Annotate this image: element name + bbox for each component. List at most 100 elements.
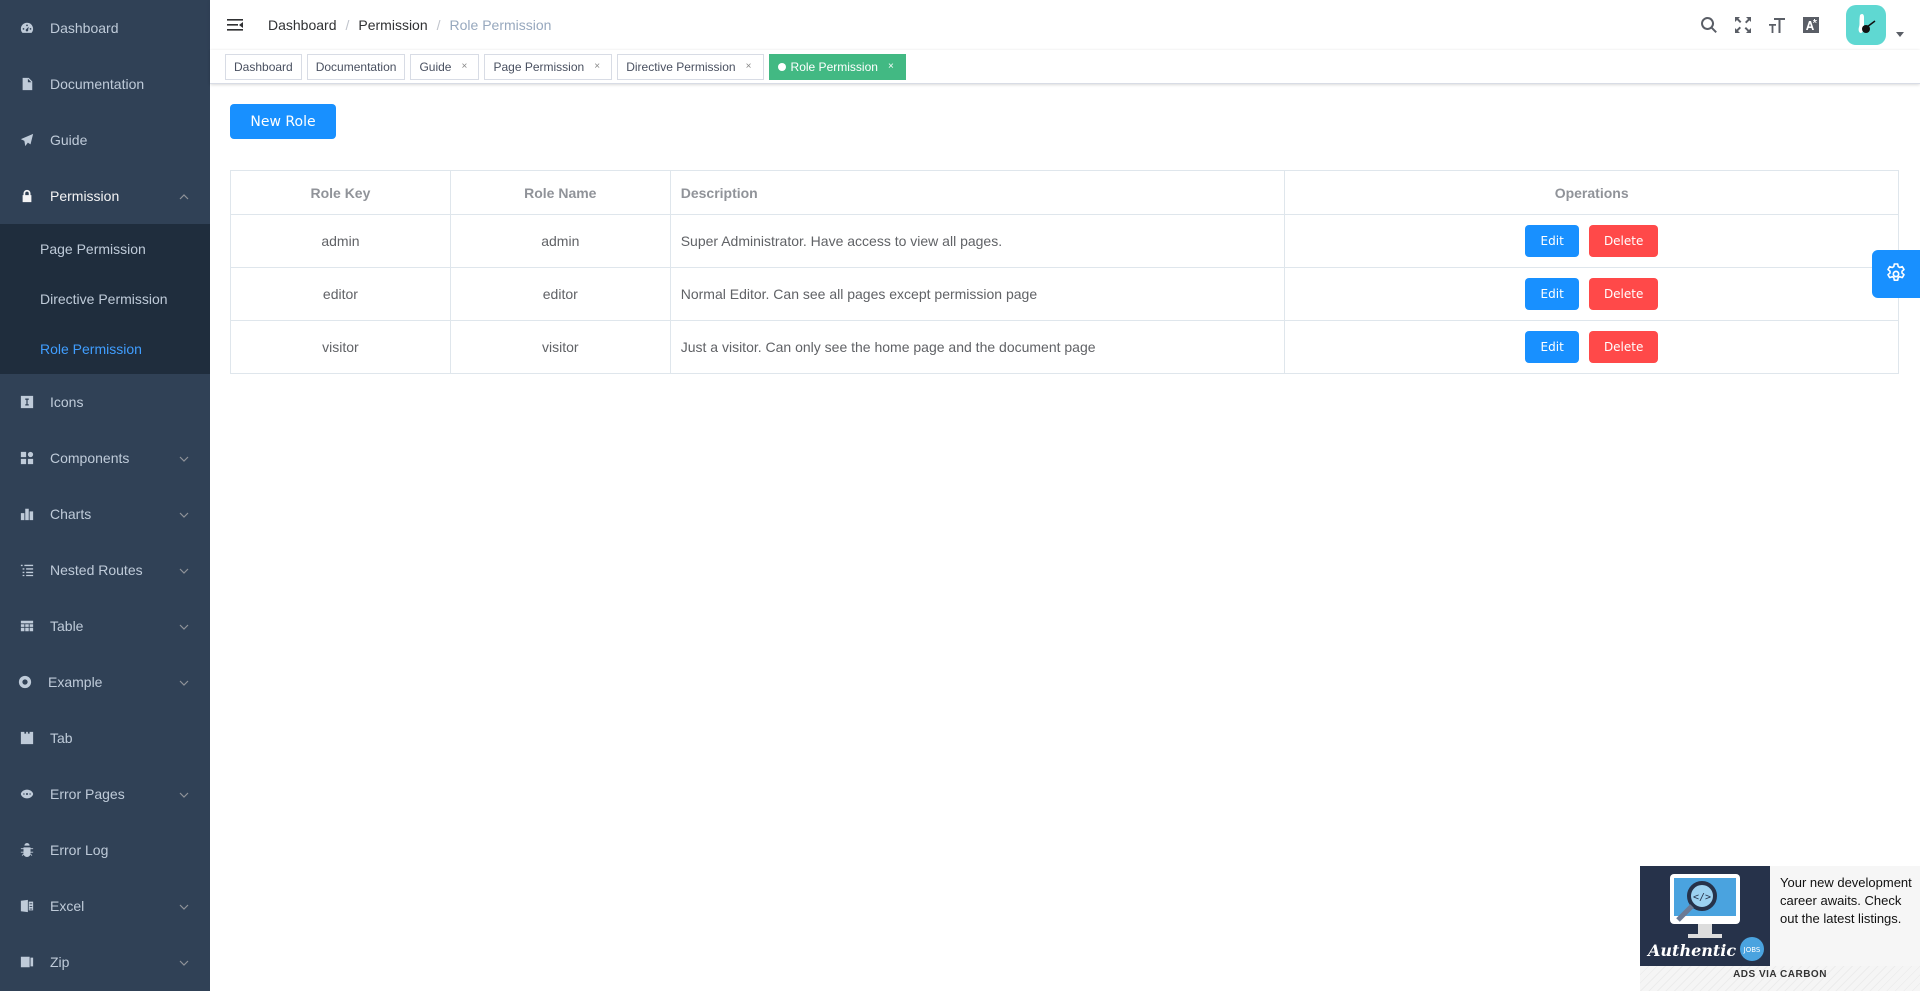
cell-role-name: admin bbox=[449, 214, 671, 268]
column-header-description: Description bbox=[669, 170, 1286, 215]
sidebar-item-example[interactable]: Example bbox=[0, 654, 210, 710]
sidebar: Dashboard Documentation Guide Permission… bbox=[0, 0, 210, 991]
new-role-button[interactable]: New Role bbox=[230, 104, 336, 139]
breadcrumb-item-current: Role Permission bbox=[449, 17, 552, 33]
user-dropdown-caret-icon[interactable] bbox=[1896, 31, 1904, 37]
breadcrumb-item-permission[interactable]: Permission bbox=[358, 17, 427, 33]
tags-view: Dashboard Documentation Guide × Page Perm… bbox=[210, 50, 1920, 84]
cell-role-key: admin bbox=[230, 214, 451, 268]
sidebar-item-guide[interactable]: Guide bbox=[0, 112, 210, 168]
delete-button[interactable]: Delete bbox=[1589, 331, 1659, 363]
delete-button[interactable]: Delete bbox=[1589, 225, 1659, 257]
sidebar-item-icons[interactable]: Icons bbox=[0, 374, 210, 430]
tag-dashboard[interactable]: Dashboard bbox=[225, 54, 302, 80]
page-content: New Role bbox=[230, 104, 336, 139]
table-row: visitor visitor Just a visitor. Can only… bbox=[230, 320, 1899, 374]
table-icon bbox=[20, 619, 34, 633]
sidebar-item-label: Guide bbox=[50, 132, 88, 148]
close-icon[interactable]: × bbox=[743, 55, 755, 79]
edit-button[interactable]: Edit bbox=[1525, 278, 1580, 310]
size-icon[interactable] bbox=[1767, 15, 1787, 35]
sidebar-item-label: Error Pages bbox=[50, 786, 125, 802]
chevron-down-icon bbox=[178, 900, 190, 912]
svg-text:</>: </> bbox=[1693, 892, 1711, 903]
tag-guide[interactable]: Guide × bbox=[410, 54, 480, 80]
settings-button[interactable] bbox=[1872, 250, 1920, 298]
breadcrumb-item-dashboard[interactable]: Dashboard bbox=[268, 17, 337, 33]
sidebar-item-error-log[interactable]: Error Log bbox=[0, 822, 210, 878]
column-header-role-name: Role Name bbox=[449, 170, 671, 215]
ad-text[interactable]: Your new development career awaits. Chec… bbox=[1780, 874, 1915, 928]
ad-footer-link[interactable]: ADS VIA CARBON bbox=[1640, 969, 1920, 980]
cell-operations: Edit Delete bbox=[1284, 267, 1899, 321]
component-icon bbox=[20, 451, 34, 465]
sidebar-item-excel[interactable]: Excel bbox=[0, 878, 210, 934]
fullscreen-icon[interactable] bbox=[1733, 15, 1753, 35]
tag-label: Dashboard bbox=[234, 60, 293, 74]
language-icon[interactable] bbox=[1801, 15, 1821, 35]
navbar: Dashboard / Permission / Role Permission bbox=[210, 0, 1920, 50]
menu-fold-icon bbox=[227, 19, 243, 31]
user-avatar[interactable] bbox=[1846, 5, 1886, 45]
column-header-operations: Operations bbox=[1284, 170, 1899, 215]
hamburger-toggle[interactable] bbox=[226, 16, 244, 34]
breadcrumb-separator: / bbox=[345, 17, 350, 33]
sidebar-item-permission[interactable]: Permission bbox=[0, 168, 210, 224]
sidebar-item-tab[interactable]: Tab bbox=[0, 710, 210, 766]
tag-directive-permission[interactable]: Directive Permission × bbox=[617, 54, 764, 80]
sidebar-item-charts[interactable]: Charts bbox=[0, 486, 210, 542]
chevron-down-icon bbox=[178, 788, 190, 800]
example-icon bbox=[18, 675, 32, 689]
tab-icon bbox=[20, 731, 34, 745]
close-icon[interactable]: × bbox=[458, 55, 470, 79]
bug-icon bbox=[20, 843, 34, 857]
tag-label: Directive Permission bbox=[626, 60, 736, 74]
sidebar-item-label: Zip bbox=[50, 954, 70, 970]
ad-brand: Authentic bbox=[1646, 941, 1736, 960]
close-icon[interactable]: × bbox=[591, 55, 603, 79]
excel-icon bbox=[20, 899, 34, 913]
sidebar-item-page-permission[interactable]: Page Permission bbox=[0, 224, 210, 274]
edit-button[interactable]: Edit bbox=[1525, 225, 1580, 257]
cell-role-key: editor bbox=[230, 267, 451, 321]
sidebar-item-label: Example bbox=[48, 674, 103, 690]
chevron-down-icon bbox=[178, 620, 190, 632]
sidebar-item-dashboard[interactable]: Dashboard bbox=[0, 0, 210, 56]
sidebar-item-table[interactable]: Table bbox=[0, 598, 210, 654]
chevron-down-icon bbox=[178, 564, 190, 576]
chart-icon bbox=[20, 507, 34, 521]
ad-badge: JOBS bbox=[1743, 946, 1761, 954]
icons-icon bbox=[20, 395, 34, 409]
table-row: admin admin Super Administrator. Have ac… bbox=[230, 214, 1899, 268]
chevron-up-icon bbox=[178, 190, 190, 202]
sidebar-item-nested-routes[interactable]: Nested Routes bbox=[0, 542, 210, 598]
cell-description: Just a visitor. Can only see the home pa… bbox=[669, 320, 1286, 374]
tag-role-permission[interactable]: Role Permission × bbox=[768, 54, 906, 80]
sidebar-item-label: Excel bbox=[50, 898, 85, 914]
sidebar-item-components[interactable]: Components bbox=[0, 430, 210, 486]
sidebar-item-zip[interactable]: Zip bbox=[0, 934, 210, 990]
tag-page-permission[interactable]: Page Permission × bbox=[484, 54, 613, 80]
tag-label: Documentation bbox=[315, 60, 397, 74]
chevron-down-icon bbox=[178, 452, 190, 464]
sidebar-item-error-pages[interactable]: Error Pages bbox=[0, 766, 210, 822]
close-icon[interactable]: × bbox=[885, 55, 897, 79]
nested-icon bbox=[20, 563, 34, 577]
tag-label: Guide bbox=[419, 60, 452, 74]
cell-description: Normal Editor. Can see all pages except … bbox=[669, 267, 1286, 321]
gear-icon bbox=[1887, 263, 1905, 281]
sidebar-item-label: Icons bbox=[50, 394, 84, 410]
delete-button[interactable]: Delete bbox=[1589, 278, 1659, 310]
tag-documentation[interactable]: Documentation bbox=[306, 54, 406, 80]
search-icon[interactable] bbox=[1699, 15, 1719, 35]
tag-label: Page Permission bbox=[493, 60, 585, 74]
sidebar-item-label: Charts bbox=[50, 506, 92, 522]
edit-button[interactable]: Edit bbox=[1525, 331, 1580, 363]
sidebar-item-role-permission[interactable]: Role Permission bbox=[0, 324, 210, 374]
cell-role-name: visitor bbox=[449, 320, 671, 374]
sidebar-item-documentation[interactable]: Documentation bbox=[0, 56, 210, 112]
sidebar-item-directive-permission[interactable]: Directive Permission bbox=[0, 274, 210, 324]
table-header-row: Role Key Role Name Description Operation… bbox=[230, 170, 1899, 215]
ad-image[interactable]: </> Authentic JOBS bbox=[1640, 866, 1770, 966]
sidebar-item-label: Documentation bbox=[50, 76, 145, 92]
